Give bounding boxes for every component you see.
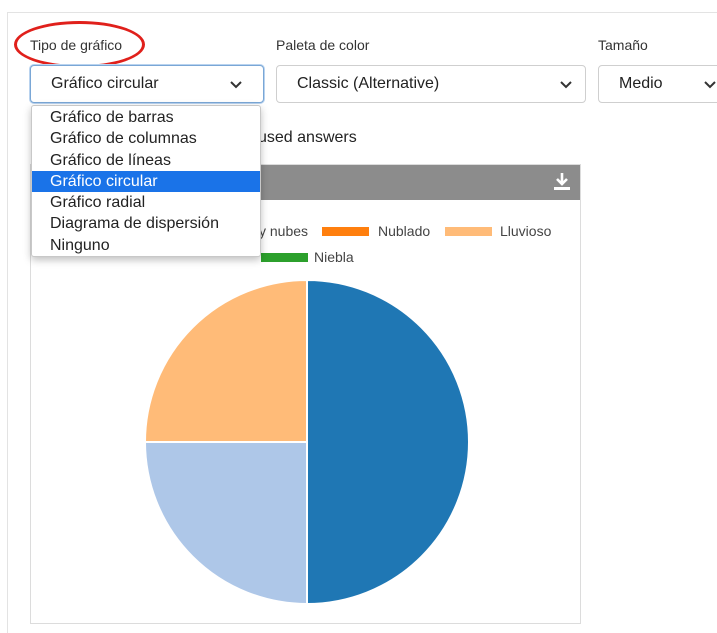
- pie-slice-0: [306, 278, 470, 606]
- size-label: Tamaño: [598, 37, 648, 53]
- chart-type-label: Tipo de gráfico: [30, 37, 123, 53]
- chevron-down-icon: [704, 81, 716, 89]
- dropdown-option[interactable]: Gráfico de barras: [32, 107, 260, 128]
- dropdown-option[interactable]: Gráfico circular: [32, 170, 260, 193]
- legend-label-lluvioso: Lluvioso: [500, 223, 552, 239]
- pie-slice-2: [143, 278, 308, 443]
- chevron-down-icon: [560, 81, 572, 89]
- chart-type-value: Gráfico circular: [51, 75, 159, 92]
- dropdown-option[interactable]: Gráfico de líneas: [32, 150, 260, 171]
- pie-chart: [143, 278, 470, 606]
- partial-heading: used answers: [258, 129, 357, 146]
- legend-swatch-lluvioso: [445, 227, 492, 236]
- dropdown-option[interactable]: Gráfico radial: [32, 192, 260, 213]
- size-value: Medio: [619, 75, 663, 92]
- legend-label-niebla: Niebla: [314, 249, 354, 265]
- dropdown-option[interactable]: Gráfico de columnas: [32, 128, 260, 149]
- palette-select[interactable]: Classic (Alternative): [276, 65, 586, 103]
- download-icon[interactable]: [553, 172, 571, 192]
- legend-label-y-nubes: y nubes: [259, 223, 309, 239]
- palette-label: Paleta de color: [276, 37, 370, 53]
- dropdown-option[interactable]: Diagrama de dispersión: [32, 213, 260, 234]
- chart-type-dropdown: Gráfico de barras Gráfico de columnas Gráf…: [31, 105, 261, 257]
- palette-value: Classic (Alternative): [297, 75, 440, 92]
- chevron-down-icon: [230, 81, 242, 89]
- chart-type-select[interactable]: Gráfico circular: [30, 65, 264, 103]
- pie-slice-1: [143, 441, 308, 606]
- dropdown-option[interactable]: Ninguno: [32, 235, 260, 256]
- legend-label-nublado: Nublado: [378, 223, 431, 239]
- legend-swatch-nublado: [322, 227, 369, 236]
- size-select[interactable]: Medio: [598, 65, 717, 103]
- legend-swatch-niebla: [261, 253, 308, 262]
